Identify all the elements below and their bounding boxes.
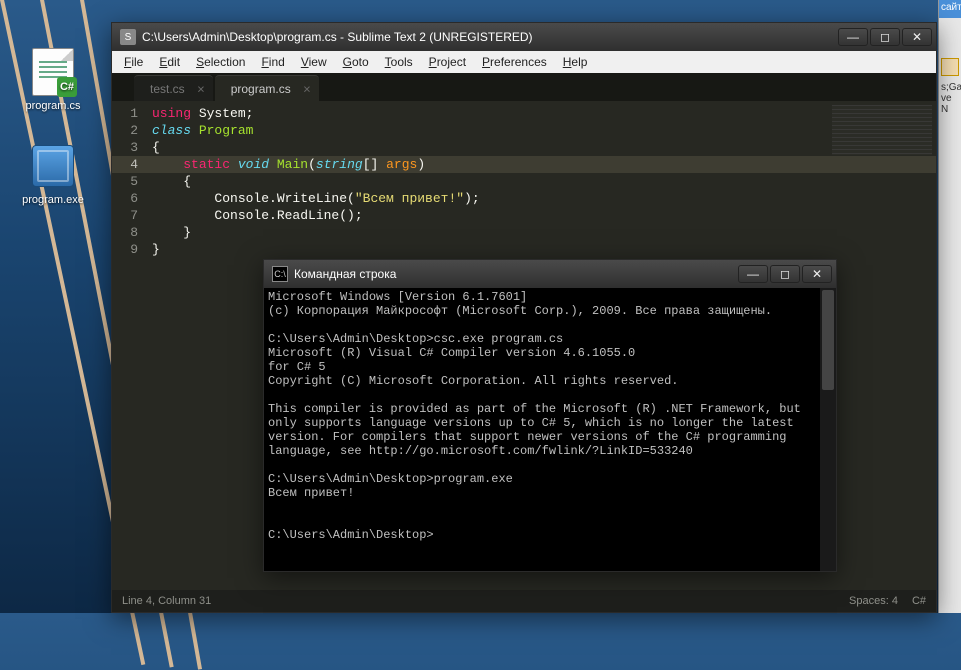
tab-label: program.cs: [231, 82, 291, 96]
sublime-titlebar[interactable]: S C:\Users\Admin\Desktop\program.cs - Su…: [112, 23, 936, 51]
line-number: 8: [112, 224, 138, 241]
console-title-text: Командная строка: [294, 267, 396, 281]
app-icon: S: [120, 29, 136, 45]
line-gutter: 123456789: [112, 101, 146, 590]
tab-program-cs[interactable]: program.cs ×: [215, 75, 319, 101]
cmd-icon: C:\: [272, 266, 288, 282]
menubar: FileEditSelectionFindViewGotoToolsProjec…: [112, 51, 936, 73]
console-window: C:\ Командная строка — ◻ ✕ Microsoft Win…: [263, 259, 837, 572]
code-line: Console.ReadLine();: [152, 207, 936, 224]
tab-label: test.cs: [150, 82, 185, 96]
menu-view[interactable]: View: [293, 53, 335, 71]
line-number: 2: [112, 122, 138, 139]
line-number: 7: [112, 207, 138, 224]
scrollbar[interactable]: [820, 288, 836, 571]
console-output[interactable]: Microsoft Windows [Version 6.1.7601] (c)…: [264, 288, 836, 571]
menu-project[interactable]: Project: [421, 53, 474, 71]
tabs-row: test.cs × program.cs ×: [112, 73, 936, 101]
console-text: Microsoft Windows [Version 6.1.7601] (c)…: [268, 290, 832, 542]
code-line: }: [152, 224, 936, 241]
offscreen-text: сайт: [939, 0, 961, 18]
menu-edit[interactable]: Edit: [151, 53, 188, 71]
offscreen-text: s;Ga: [939, 82, 961, 93]
maximize-button[interactable]: ◻: [870, 28, 900, 46]
desktop-icon-program-cs[interactable]: C#program.cs: [14, 48, 92, 112]
minimize-button[interactable]: —: [838, 28, 868, 46]
close-button[interactable]: ✕: [902, 28, 932, 46]
menu-goto[interactable]: Goto: [335, 53, 377, 71]
code-line: using System;: [152, 105, 936, 122]
minimap[interactable]: [832, 105, 932, 155]
menu-selection[interactable]: Selection: [188, 53, 253, 71]
menu-file[interactable]: File: [116, 53, 151, 71]
line-number: 3: [112, 139, 138, 156]
icon-label: program.exe: [14, 194, 92, 206]
code-line: class Program: [152, 122, 936, 139]
statusbar: Line 4, Column 31 Spaces: 4 C#: [112, 590, 936, 612]
code-line: Console.WriteLine("Всем привет!");: [152, 190, 936, 207]
code-line: static void Main(string[] args): [146, 156, 936, 173]
icon-label: program.cs: [14, 100, 92, 112]
tab-close-icon[interactable]: ×: [303, 81, 311, 96]
offscreen-icon: [941, 58, 959, 76]
desktop-icon-program-exe[interactable]: program.exe: [14, 142, 92, 206]
status-indent[interactable]: Spaces: 4: [849, 595, 898, 607]
maximize-button[interactable]: ◻: [770, 265, 800, 283]
menu-find[interactable]: Find: [253, 53, 292, 71]
line-number: 1: [112, 105, 138, 122]
line-number: 6: [112, 190, 138, 207]
scrollbar-thumb[interactable]: [822, 290, 834, 390]
close-button[interactable]: ✕: [802, 265, 832, 283]
code-line: {: [152, 139, 936, 156]
code-line: {: [152, 173, 936, 190]
console-titlebar[interactable]: C:\ Командная строка — ◻ ✕: [264, 260, 836, 288]
tab-close-icon[interactable]: ×: [197, 81, 205, 96]
minimize-button[interactable]: —: [738, 265, 768, 283]
menu-preferences[interactable]: Preferences: [474, 53, 555, 71]
line-number: 9: [112, 241, 138, 258]
offscreen-panel: сайт s;Ga ve N: [938, 0, 961, 613]
tab-test-cs[interactable]: test.cs ×: [134, 75, 213, 101]
window-title: C:\Users\Admin\Desktop\program.cs - Subl…: [142, 30, 838, 44]
menu-tools[interactable]: Tools: [377, 53, 421, 71]
line-number: 5: [112, 173, 138, 190]
status-position: Line 4, Column 31: [122, 595, 211, 607]
offscreen-text: ve N: [939, 93, 961, 115]
line-number: 4: [112, 156, 146, 173]
status-language[interactable]: C#: [912, 595, 926, 607]
code-line: }: [152, 241, 936, 258]
menu-help[interactable]: Help: [555, 53, 596, 71]
